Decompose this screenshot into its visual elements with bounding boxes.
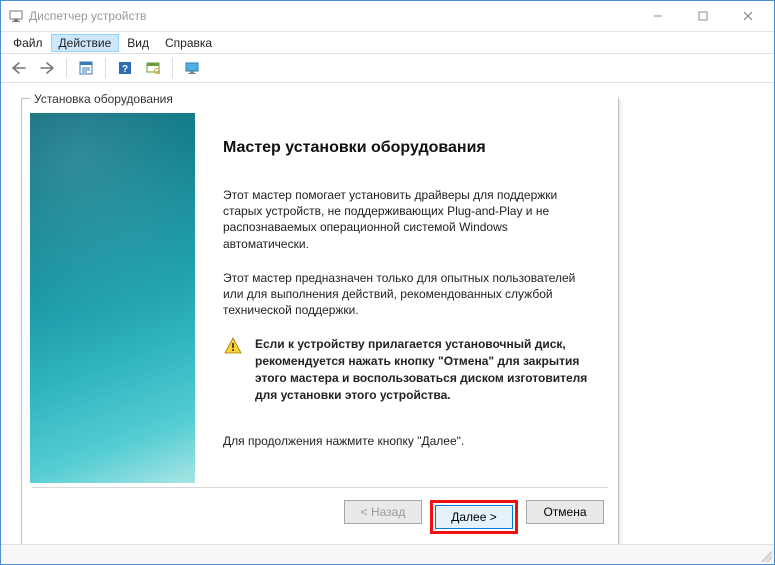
next-button[interactable]: Далее > [435, 505, 513, 529]
warning-icon [223, 336, 243, 403]
menu-view[interactable]: Вид [119, 34, 157, 52]
next-button-highlight: Далее > [430, 500, 518, 534]
wizard-frame-title: Установка оборудования [30, 92, 618, 106]
wizard-button-row: < Назад Далее > Отмена [22, 488, 618, 548]
toolbar-separator [105, 58, 106, 78]
cancel-button[interactable]: Отмена [526, 500, 604, 524]
properties-icon[interactable] [74, 56, 98, 80]
wizard-paragraph-2: Этот мастер предназначен только для опыт… [223, 270, 596, 319]
toolbar: ? [1, 53, 774, 83]
app-icon [9, 9, 23, 23]
wizard-body: Мастер установки оборудования Этот масте… [22, 113, 618, 483]
help-icon[interactable]: ? [113, 56, 137, 80]
monitor-icon[interactable] [180, 56, 204, 80]
window-title: Диспетчер устройств [29, 9, 635, 23]
statusbar [1, 544, 774, 564]
forward-arrow-icon[interactable] [35, 56, 59, 80]
wizard-text-area: Мастер установки оборудования Этот масте… [195, 113, 618, 483]
hardware-wizard-dialog: Установка оборудования Мастер установки … [21, 98, 619, 549]
window-controls [635, 2, 770, 30]
resize-grip-icon[interactable] [758, 548, 772, 562]
toolbar-separator [172, 58, 173, 78]
titlebar: Диспетчер устройств [1, 1, 774, 31]
close-button[interactable] [725, 2, 770, 30]
wizard-continue-text: Для продолжения нажмите кнопку "Далее". [223, 434, 596, 448]
menu-action[interactable]: Действие [51, 34, 120, 52]
menu-file[interactable]: Файл [5, 34, 51, 52]
scan-hardware-icon[interactable] [141, 56, 165, 80]
menubar: Файл Действие Вид Справка [1, 31, 774, 53]
wizard-banner-image [30, 113, 195, 483]
back-arrow-icon[interactable] [7, 56, 31, 80]
menu-help[interactable]: Справка [157, 34, 220, 52]
content-area: Установка оборудования Мастер установки … [1, 83, 774, 544]
wizard-warning: Если к устройству прилагается установочн… [223, 336, 596, 403]
maximize-button[interactable] [680, 2, 725, 30]
device-manager-window: Диспетчер устройств Файл Действие Вид Сп… [0, 0, 775, 565]
minimize-button[interactable] [635, 2, 680, 30]
svg-text:?: ? [122, 64, 128, 75]
toolbar-separator [66, 58, 67, 78]
wizard-paragraph-1: Этот мастер помогает установить драйверы… [223, 187, 596, 252]
back-button: < Назад [344, 500, 422, 524]
wizard-warning-text: Если к устройству прилагается установочн… [255, 336, 596, 403]
wizard-heading: Мастер установки оборудования [223, 139, 596, 157]
